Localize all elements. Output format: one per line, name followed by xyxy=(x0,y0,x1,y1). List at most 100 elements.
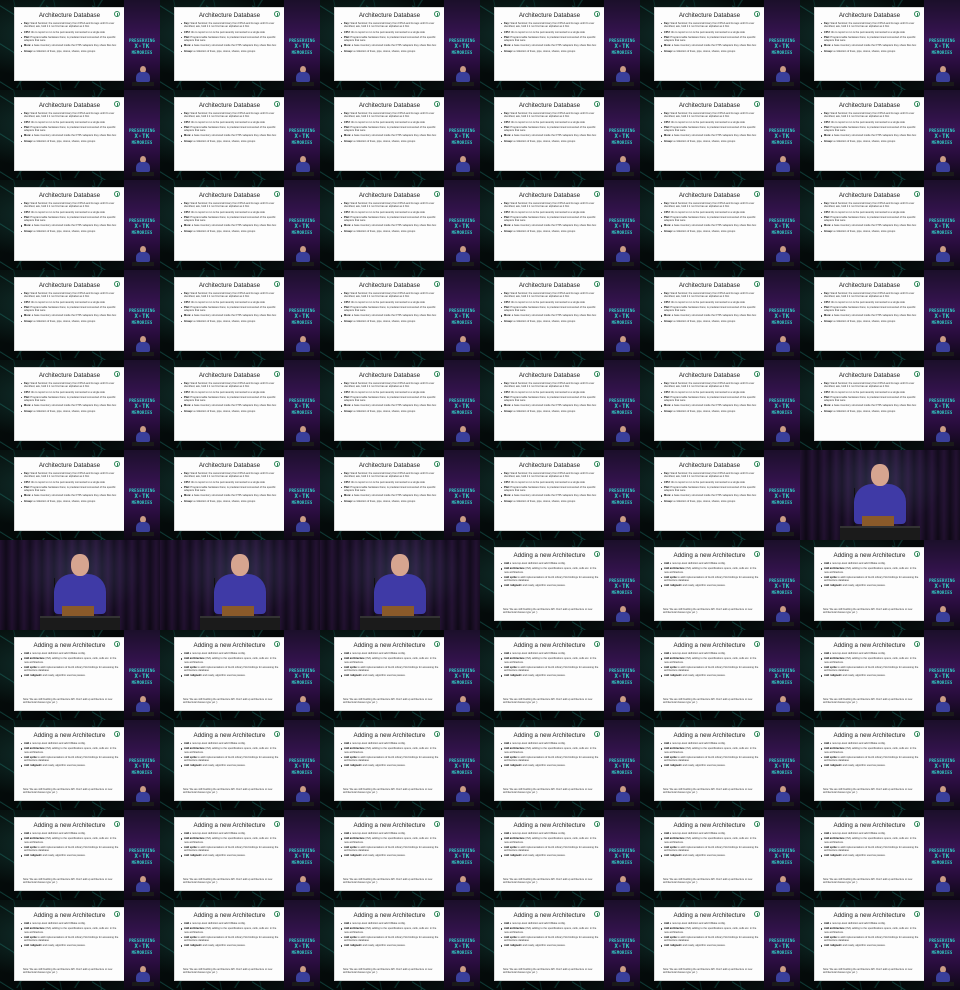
video-frame-thumbnail[interactable]: Adding a new Architecture Add a new top-… xyxy=(0,720,160,810)
video-frame-thumbnail[interactable]: Adding a new Architecture Add a new top-… xyxy=(160,810,320,900)
video-frame-thumbnail[interactable]: Adding a new Architecture Add a new top-… xyxy=(800,810,960,900)
event-poster: PRESERVING X-TK MEMORIES xyxy=(764,0,800,90)
video-frame-thumbnail[interactable]: Adding a new Architecture Add a new top-… xyxy=(0,630,160,720)
bullet-item: Add a new top-level definition and add C… xyxy=(181,832,279,835)
video-frame-thumbnail[interactable]: Architecture Database Key: Stand Sentine… xyxy=(640,0,800,90)
video-frame-thumbnail[interactable]: Architecture Database Key: Stand Sentine… xyxy=(800,270,960,360)
video-frame-thumbnail[interactable] xyxy=(800,450,960,540)
video-frame-thumbnail[interactable]: Architecture Database Key: Stand Sentine… xyxy=(800,0,960,90)
video-frame-thumbnail[interactable]: Architecture Database Key: Stand Sentine… xyxy=(160,180,320,270)
video-frame-thumbnail[interactable]: Architecture Database Key: Stand Sentine… xyxy=(0,0,160,90)
video-frame-thumbnail[interactable]: Adding a new Architecture Add a new top-… xyxy=(800,900,960,990)
video-frame-thumbnail[interactable]: Architecture Database Key: Stand Sentine… xyxy=(800,90,960,180)
video-frame-thumbnail[interactable]: Architecture Database Key: Stand Sentine… xyxy=(640,180,800,270)
bullet-item: Add <aligned> and ready, algorithm used … xyxy=(21,854,119,857)
video-frame-thumbnail[interactable]: Architecture Database Key: Stand Sentine… xyxy=(320,450,480,540)
video-frame-thumbnail[interactable]: Architecture Database Key: Stand Sentine… xyxy=(480,270,640,360)
video-frame-thumbnail[interactable] xyxy=(0,540,160,630)
slide-bullets: Key: Stand Sentinel; the canonical binar… xyxy=(341,112,439,145)
slide-bullets: Key: Stand Sentinel; the canonical binar… xyxy=(501,22,599,55)
bullet-item: Add architecture (ISA) adding to the spe… xyxy=(341,927,439,934)
video-frame-thumbnail[interactable]: Architecture Database Key: Stand Sentine… xyxy=(0,360,160,450)
bullet-item: Add sprite to add implementations of ALo… xyxy=(341,666,439,673)
video-frame-thumbnail[interactable]: Architecture Database Key: Stand Sentine… xyxy=(160,90,320,180)
video-frame-thumbnail[interactable]: Architecture Database Key: Stand Sentine… xyxy=(320,180,480,270)
video-frame-thumbnail[interactable]: Architecture Database Key: Stand Sentine… xyxy=(160,450,320,540)
video-frame-thumbnail[interactable]: Adding a new Architecture Add a new top-… xyxy=(320,720,480,810)
poster-text: PRESERVING X-TK MEMORIES xyxy=(128,218,156,235)
bullet-item: CPU: Ids to report to run is the permane… xyxy=(341,391,439,394)
video-frame-thumbnail[interactable]: Architecture Database Key: Stand Sentine… xyxy=(0,180,160,270)
video-frame-thumbnail[interactable]: Architecture Database Key: Stand Sentine… xyxy=(480,90,640,180)
poster-text: PRESERVING X-TK MEMORIES xyxy=(608,38,636,55)
video-frame-thumbnail[interactable]: Architecture Database Key: Stand Sentine… xyxy=(320,270,480,360)
video-frame-thumbnail[interactable]: Adding a new Architecture Add a new top-… xyxy=(480,810,640,900)
video-frame-thumbnail[interactable]: Architecture Database Key: Stand Sentine… xyxy=(480,180,640,270)
video-frame-thumbnail[interactable]: Architecture Database Key: Stand Sentine… xyxy=(640,90,800,180)
video-frame-thumbnail[interactable]: Adding a new Architecture Add a new top-… xyxy=(800,720,960,810)
video-frame-thumbnail[interactable]: Adding a new Architecture Add a new top-… xyxy=(0,810,160,900)
event-poster: PRESERVING X-TK MEMORIES xyxy=(124,720,160,810)
slide-title: Adding a new Architecture xyxy=(673,732,746,739)
video-frame-thumbnail[interactable]: Architecture Database Key: Stand Sentine… xyxy=(320,90,480,180)
video-frame-thumbnail[interactable]: Adding a new Architecture Add a new top-… xyxy=(640,540,800,630)
video-frame-thumbnail[interactable]: Adding a new Architecture Add a new top-… xyxy=(480,630,640,720)
video-frame-thumbnail[interactable]: Adding a new Architecture Add a new top-… xyxy=(160,630,320,720)
video-frame-thumbnail[interactable]: Adding a new Architecture Add a new top-… xyxy=(320,810,480,900)
video-frame-thumbnail[interactable]: Adding a new Architecture Add a new top-… xyxy=(0,900,160,990)
video-frame-thumbnail[interactable]: Architecture Database Key: Stand Sentine… xyxy=(0,450,160,540)
video-frame-thumbnail[interactable]: Adding a new Architecture Add a new top-… xyxy=(800,630,960,720)
video-frame-thumbnail[interactable] xyxy=(160,540,320,630)
slide-title: Adding a new Architecture xyxy=(513,822,586,829)
video-frame-thumbnail[interactable] xyxy=(320,540,480,630)
video-frame-thumbnail[interactable]: Adding a new Architecture Add a new top-… xyxy=(160,900,320,990)
video-frame-thumbnail[interactable]: Architecture Database Key: Stand Sentine… xyxy=(160,0,320,90)
logo-icon xyxy=(594,731,600,737)
bullet-item: More: a base inventory structured inside… xyxy=(181,44,279,47)
video-frame-thumbnail[interactable]: Architecture Database Key: Stand Sentine… xyxy=(480,450,640,540)
speaker-figure xyxy=(612,606,634,628)
video-frame-thumbnail[interactable]: Architecture Database Key: Stand Sentine… xyxy=(800,360,960,450)
video-frame-thumbnail[interactable]: Architecture Database Key: Stand Sentine… xyxy=(0,90,160,180)
bullet-item: CPU: Ids to report to run is the permane… xyxy=(821,31,919,34)
slide-title: Adding a new Architecture xyxy=(33,732,106,739)
video-frame-thumbnail[interactable]: Architecture Database Key: Stand Sentine… xyxy=(160,360,320,450)
video-frame-thumbnail[interactable]: Adding a new Architecture Add a new top-… xyxy=(800,540,960,630)
slide-bullets: Key: Stand Sentinel; the canonical binar… xyxy=(821,292,919,325)
poster-text: PRESERVING X-TK MEMORIES xyxy=(928,398,956,415)
video-frame-thumbnail[interactable]: Adding a new Architecture Add a new top-… xyxy=(480,900,640,990)
video-frame-thumbnail[interactable]: Adding a new Architecture Add a new top-… xyxy=(480,540,640,630)
video-frame-thumbnail[interactable]: Adding a new Architecture Add a new top-… xyxy=(640,720,800,810)
slide-bullets: Key: Stand Sentinel; the canonical binar… xyxy=(661,22,759,55)
bullet-item: Add architecture (ISA) adding to the spe… xyxy=(821,567,919,574)
video-frame-thumbnail[interactable]: Architecture Database Key: Stand Sentine… xyxy=(480,360,640,450)
video-frame-thumbnail[interactable]: Architecture Database Key: Stand Sentine… xyxy=(640,270,800,360)
presentation-slide: Architecture Database Key: Stand Sentine… xyxy=(814,187,925,261)
bullet-item: CPU: Ids to report to run is the permane… xyxy=(341,301,439,304)
video-frame-thumbnail[interactable]: Architecture Database Key: Stand Sentine… xyxy=(640,360,800,450)
slide-bullets: Key: Stand Sentinel; the canonical binar… xyxy=(341,472,439,505)
bullet-item: Key: Stand Sentinel; the canonical binar… xyxy=(181,22,279,29)
video-frame-thumbnail[interactable]: Architecture Database Key: Stand Sentine… xyxy=(0,270,160,360)
video-frame-thumbnail[interactable]: Architecture Database Key: Stand Sentine… xyxy=(320,0,480,90)
video-frame-thumbnail[interactable]: Adding a new Architecture Add a new top-… xyxy=(640,900,800,990)
video-frame-thumbnail[interactable]: Adding a new Architecture Add a new top-… xyxy=(320,630,480,720)
logo-icon xyxy=(594,191,600,197)
bullet-item: Add sprite to add implementations of ALo… xyxy=(181,666,279,673)
slide-title: Architecture Database xyxy=(678,372,741,379)
video-frame-thumbnail[interactable]: Adding a new Architecture Add a new top-… xyxy=(640,630,800,720)
video-frame-thumbnail[interactable]: Architecture Database Key: Stand Sentine… xyxy=(480,0,640,90)
bullet-item: Plat: Programmable hardware there; is pr… xyxy=(821,396,919,403)
logo-icon xyxy=(914,911,920,917)
video-frame-thumbnail[interactable]: Adding a new Architecture Add a new top-… xyxy=(320,900,480,990)
video-frame-thumbnail[interactable]: Architecture Database Key: Stand Sentine… xyxy=(320,360,480,450)
presentation-slide: Adding a new Architecture Add a new top-… xyxy=(334,637,445,711)
video-frame-thumbnail[interactable]: Architecture Database Key: Stand Sentine… xyxy=(160,270,320,360)
bullet-item: Add <aligned> and ready, algorithm used … xyxy=(501,674,599,677)
video-frame-thumbnail[interactable]: Architecture Database Key: Stand Sentine… xyxy=(800,180,960,270)
slide-bullets: Add a new top-level definition and add C… xyxy=(501,832,599,860)
video-frame-thumbnail[interactable]: Adding a new Architecture Add a new top-… xyxy=(160,720,320,810)
video-frame-thumbnail[interactable]: Adding a new Architecture Add a new top-… xyxy=(480,720,640,810)
video-frame-thumbnail[interactable]: Adding a new Architecture Add a new top-… xyxy=(640,810,800,900)
video-frame-thumbnail[interactable]: Architecture Database Key: Stand Sentine… xyxy=(640,450,800,540)
